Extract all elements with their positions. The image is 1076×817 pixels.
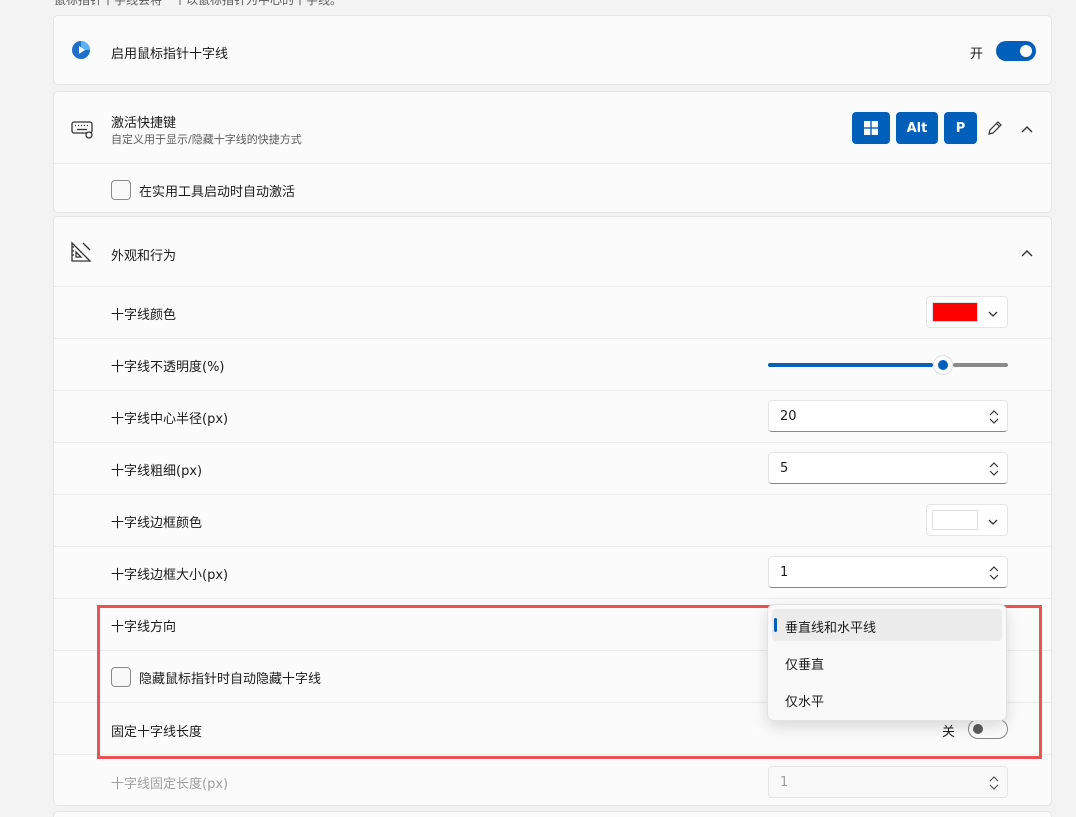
crosshair-border-size-input[interactable]: 1 <box>768 556 1008 588</box>
shortcut-key-alt[interactable]: Alt <box>896 112 938 144</box>
orientation-option-horizontal[interactable]: 仅水平 <box>772 683 1002 715</box>
spin-updown-icon[interactable] <box>989 410 999 424</box>
spin-updown-icon[interactable] <box>989 566 999 580</box>
crosshair-border-size-row: 十字线边框大小(px) 1 <box>54 546 1051 598</box>
crosshair-thickness-row: 十字线粗细(px) 5 <box>54 442 1051 494</box>
orientation-option-both[interactable]: 垂直线和水平线 <box>772 609 1002 641</box>
chevron-down-icon <box>988 515 998 525</box>
fixed-length-value-input[interactable]: 1 <box>768 766 1008 798</box>
crosshair-color-label: 十字线颜色 <box>111 308 177 323</box>
keyboard-icon <box>70 116 94 140</box>
border-size-value: 1 <box>780 565 789 580</box>
chevron-down-icon <box>988 307 998 317</box>
auto-activate-label: 在实用工具启动时自动激活 <box>139 185 296 200</box>
header-description: 鼠标指针十字线会将一个以鼠标指针为中心的十字线。 <box>54 0 343 7</box>
opacity-slider-fill <box>768 363 934 367</box>
crosshair-border-color-label: 十字线边框颜色 <box>111 516 203 531</box>
crosshair-border-size-label: 十字线边框大小(px) <box>111 568 229 583</box>
spin-updown-icon[interactable] <box>989 462 999 476</box>
opacity-slider-thumb[interactable] <box>933 355 954 375</box>
fixed-length-value-row: 十字线固定长度(px) 1 <box>54 754 1051 806</box>
toggle-knob <box>1020 45 1032 57</box>
auto-activate-checkbox[interactable] <box>111 180 131 200</box>
crosshair-border-color-row: 十字线边框颜色 <box>54 494 1051 546</box>
crosshair-color-row: 十字线颜色 <box>54 286 1051 338</box>
crosshair-thickness-label: 十字线粗细(px) <box>111 464 203 479</box>
border-color-swatch <box>932 510 978 530</box>
crosshair-radius-input[interactable]: 20 <box>768 400 1008 432</box>
crosshair-color-swatch <box>932 302 978 322</box>
thickness-value: 5 <box>780 461 789 476</box>
auto-activate-row: 在实用工具启动时自动激活 <box>54 163 1051 214</box>
crosshair-border-color-picker[interactable] <box>926 504 1008 536</box>
opacity-slider-rail <box>953 363 1008 367</box>
spin-updown-icon <box>989 776 999 790</box>
appearance-collapse-chevron-up-icon[interactable] <box>1020 247 1034 257</box>
crosshair-color-picker[interactable] <box>926 296 1008 328</box>
enable-crosshairs-card: 启用鼠标指针十字线 开 <box>53 15 1052 85</box>
orientation-dropdown-menu[interactable]: 垂直线和水平线 仅垂直 仅水平 <box>767 604 1007 721</box>
shortcut-subtitle: 自定义用于显示/隐藏十字线的快捷方式 <box>111 133 302 146</box>
next-card-edge <box>53 811 1052 817</box>
option-label: 仅垂直 <box>785 658 825 673</box>
slider-thumb-dot <box>938 360 949 370</box>
shortcut-key-win[interactable] <box>852 112 890 144</box>
ruler-triangle-icon <box>70 241 94 265</box>
crosshair-thickness-input[interactable]: 5 <box>768 452 1008 484</box>
option-label: 仅水平 <box>785 695 825 710</box>
option-label: 垂直线和水平线 <box>785 621 877 636</box>
orientation-option-vertical[interactable]: 仅垂直 <box>772 646 1002 678</box>
activation-shortcut-card: 激活快捷键 自定义用于显示/隐藏十字线的快捷方式 Alt P 在实用工具启动时自… <box>53 91 1052 213</box>
appearance-title: 外观和行为 <box>111 249 177 264</box>
shortcut-collapse-chevron-up-icon[interactable] <box>1020 123 1034 133</box>
crosshair-opacity-row: 十字线不透明度(%) <box>54 338 1051 390</box>
mouse-crosshairs-app-icon <box>70 39 94 63</box>
selected-indicator <box>774 618 777 632</box>
crosshair-opacity-label: 十字线不透明度(%) <box>111 360 225 375</box>
fixed-length-value-label: 十字线固定长度(px) <box>111 777 229 792</box>
enable-toggle-state-label: 开 <box>970 47 984 62</box>
crosshair-radius-row: 十字线中心半径(px) 20 <box>54 390 1051 442</box>
edit-shortcut-pencil-icon[interactable] <box>986 119 1004 137</box>
enable-crosshairs-toggle[interactable] <box>996 41 1036 61</box>
enable-crosshairs-title: 启用鼠标指针十字线 <box>111 47 229 62</box>
windows-icon <box>864 121 878 135</box>
fixed-length-value: 1 <box>780 775 789 790</box>
shortcut-title: 激活快捷键 <box>111 116 177 131</box>
crosshair-radius-label: 十字线中心半径(px) <box>111 412 229 427</box>
radius-value: 20 <box>780 409 797 424</box>
shortcut-key-p[interactable]: P <box>944 112 977 144</box>
